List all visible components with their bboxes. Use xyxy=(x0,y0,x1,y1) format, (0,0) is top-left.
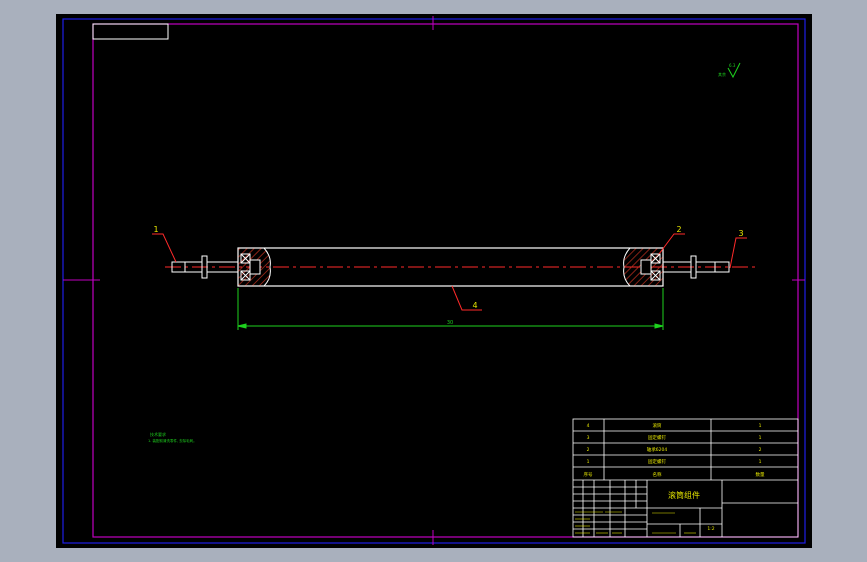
bom-row-4-qty: 1 xyxy=(759,459,762,465)
drawing-canvas xyxy=(56,14,812,548)
bom-row-3-no: 2 xyxy=(587,447,590,453)
part-label-1: 1 xyxy=(153,225,158,234)
bom-row-1-no: 4 xyxy=(587,423,590,429)
dimension-text: 30 xyxy=(447,320,453,326)
part-label-3: 3 xyxy=(738,229,743,238)
drawing-title: 滚筒组件 xyxy=(668,490,700,500)
bom-row-2-qty: 1 xyxy=(759,435,762,441)
part-label-2: 2 xyxy=(676,225,681,234)
bom-header-name: 名称 xyxy=(653,471,662,478)
surface-mark-prefix: 其余 xyxy=(718,71,726,77)
bom-row-2-name: 固定螺钉 xyxy=(648,434,666,441)
bom-row-2-no: 3 xyxy=(587,435,590,441)
drawing-scale: 1:2 xyxy=(707,526,714,532)
part-label-4: 4 xyxy=(472,301,477,310)
bom-header-qty: 数量 xyxy=(756,471,765,478)
bom-row-1-name: 滚筒 xyxy=(653,422,662,429)
tech-requirements-title: 技术要求 xyxy=(150,431,166,437)
bom-row-4-no: 1 xyxy=(587,459,590,465)
bom-header-no: 序号 xyxy=(584,471,593,478)
tech-requirements-line: 1. 装配前清洗零件, 去除毛刺。 xyxy=(148,438,197,443)
bom-row-3-name: 轴承6204 xyxy=(647,446,668,453)
surface-mark-value: 6.3 xyxy=(729,63,736,68)
cad-viewport[interactable]: 30 1 2 3 4 其余 6.3 技术要求 1. 装配前清洗零件, 去除毛刺。 xyxy=(0,0,867,562)
bom-row-3-qty: 2 xyxy=(759,447,762,453)
bom-row-1-qty: 1 xyxy=(759,423,762,429)
bom-row-4-name: 固定螺钉 xyxy=(648,458,666,465)
